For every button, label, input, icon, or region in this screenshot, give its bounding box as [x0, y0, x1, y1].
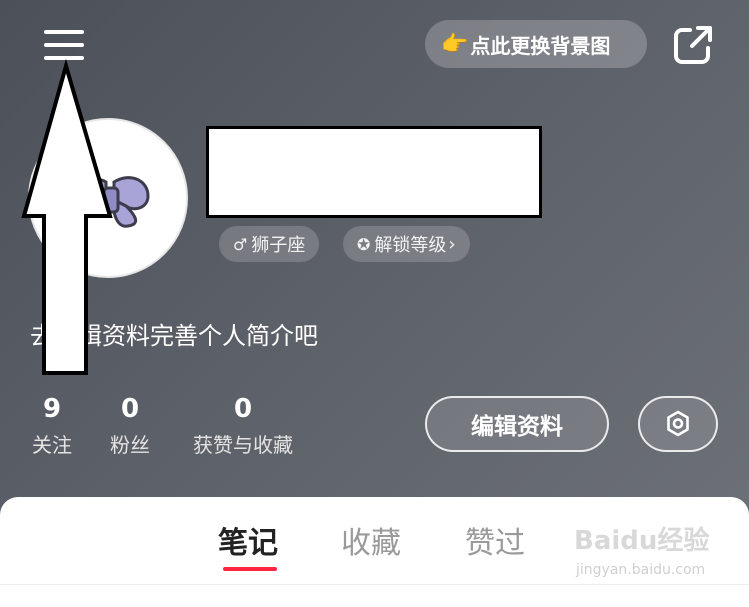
- menu-button[interactable]: [36, 22, 92, 66]
- share-external-icon: [674, 26, 712, 64]
- tab-notes[interactable]: 笔记: [218, 518, 278, 562]
- stat-followers[interactable]: 0 粉丝: [108, 394, 152, 460]
- male-icon: ♂: [233, 234, 248, 254]
- stat-likes-label: 获赞与收藏: [193, 433, 293, 457]
- watermark-url: jingyan.baidu.com: [576, 562, 706, 578]
- stat-following-label: 关注: [32, 433, 72, 457]
- stat-following-value: 9: [42, 394, 62, 424]
- settings-button[interactable]: [638, 396, 718, 452]
- watermark-brand: Baidu经验: [574, 526, 710, 556]
- stat-followers-label: 粉丝: [110, 433, 150, 457]
- stat-followers-value: 0: [120, 394, 140, 424]
- tab-collections[interactable]: 收藏: [341, 518, 401, 562]
- unlock-level-tag[interactable]: ✪ 解锁等级 ›: [343, 226, 470, 262]
- bio-prompt[interactable]: 去编辑资料完善个人简介吧: [30, 316, 318, 351]
- gear-icon: [667, 410, 689, 437]
- chevron-right-icon: ›: [448, 233, 456, 255]
- share-button[interactable]: [670, 22, 716, 68]
- change-background-label: 点此更换背景图: [470, 33, 611, 58]
- avatar[interactable]: [28, 118, 188, 278]
- tab-liked[interactable]: 赞过: [465, 518, 525, 562]
- username-redacted: [206, 126, 542, 218]
- pointing-hand-icon: 👉: [441, 31, 469, 57]
- bow-avatar-icon: [84, 176, 150, 228]
- change-background-button[interactable]: 👉 点此更换背景图: [425, 20, 647, 68]
- zodiac-label: 狮子座: [251, 235, 306, 256]
- watermark: Baidu经验 jingyan.baidu.com: [574, 512, 734, 582]
- menu-line: [44, 43, 84, 47]
- stat-likes-collections[interactable]: 0 获赞与收藏: [186, 394, 300, 460]
- menu-line: [44, 56, 84, 60]
- zodiac-tag[interactable]: ♂ 狮子座: [219, 226, 320, 262]
- medal-icon: ✪: [357, 234, 371, 254]
- active-tab-indicator: [223, 567, 277, 571]
- stat-likes-value: 0: [233, 394, 253, 424]
- hamburger-menu-icon: [44, 30, 84, 34]
- stat-following[interactable]: 9 关注: [30, 394, 74, 460]
- edit-profile-button[interactable]: 编辑资料: [425, 396, 609, 452]
- unlock-level-label: 解锁等级: [374, 235, 447, 256]
- divider: [0, 584, 749, 585]
